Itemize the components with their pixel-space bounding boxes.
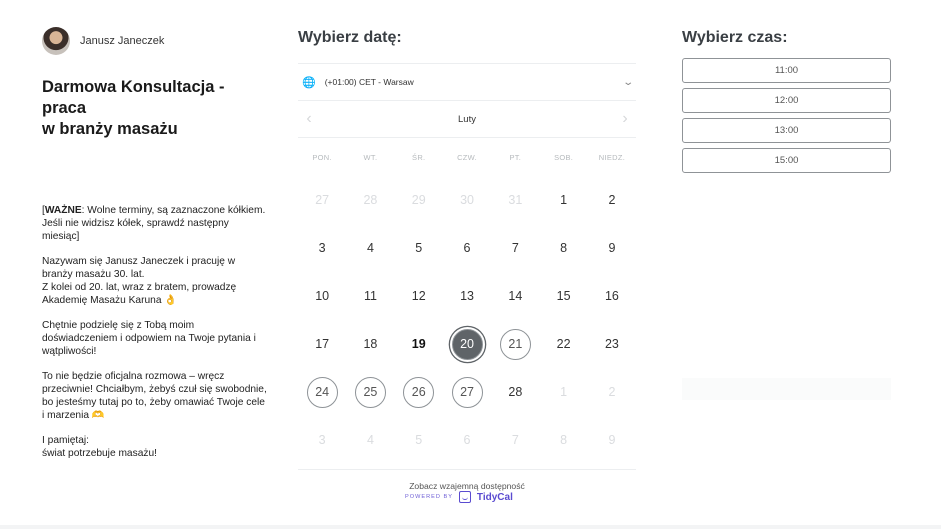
- mutual-availability-link[interactable]: Zobacz wzajemną dostępność: [298, 469, 636, 491]
- calendar-day-selected[interactable]: 20: [451, 328, 483, 360]
- calendar-day-other-month: 29: [411, 193, 426, 207]
- time-slot-button[interactable]: 11:00: [682, 58, 891, 83]
- calendar-day: 13: [460, 289, 474, 303]
- date-picker-heading: Wybierz datę:: [298, 29, 402, 46]
- calendar-day: 10: [315, 289, 330, 303]
- time-slot-list: 11:00 12:00 13:00 15:00: [682, 58, 891, 173]
- calendar-day-other-month: 6: [463, 433, 471, 447]
- weekday-label: ŚR.: [412, 152, 426, 162]
- powered-by-footer[interactable]: POWERED BY TidyCal: [405, 491, 513, 503]
- description-paragraph: I pamiętaj: świat potrzebuje masażu!: [42, 435, 157, 459]
- brand-name: TidyCal: [476, 491, 513, 503]
- date-picker: Wybierz datę: 🌐 (+01:00) CET - Warsaw ⌄ …: [298, 26, 636, 491]
- calendar-day-other-month: 1: [560, 385, 568, 399]
- calendar-day: 12: [411, 289, 426, 303]
- calendar-day: 23: [604, 337, 619, 351]
- calendar-week: 24 25 26 27 28 1 2: [298, 368, 636, 416]
- weekday-label: NIEDZ.: [598, 152, 626, 162]
- event-description: [WAŻNE: Wolne terminy, są zaznaczone kół…: [42, 204, 267, 460]
- month-label: Luty: [458, 113, 476, 125]
- calendar-day: 16: [604, 289, 619, 303]
- calendar-day: 3: [318, 241, 326, 255]
- calendar-day-today: 19: [411, 337, 426, 351]
- calendar-day-other-month: 7: [511, 433, 519, 447]
- calendar-day-other-month: 2: [608, 385, 616, 399]
- calendar-day-other-month: 4: [366, 433, 374, 447]
- calendar-day-other-month: 8: [560, 433, 568, 447]
- calendar-day: 6: [463, 241, 471, 255]
- time-picker-heading: Wybierz czas:: [682, 29, 788, 46]
- calendar-day-other-month: 28: [363, 193, 378, 207]
- calendar-week: 17 18 19 20 21 22 23: [298, 320, 636, 368]
- avatar: [42, 27, 70, 55]
- calendar-day-other-month: 3: [318, 433, 326, 447]
- calendar-week: 3 4 5 6 7 8 9: [298, 416, 636, 464]
- calendar-day: 5: [415, 241, 423, 255]
- calendar-day: 11: [363, 289, 377, 303]
- calendar-day: 1: [560, 193, 568, 207]
- calendar-day: 14: [508, 289, 523, 303]
- calendar-week: 3 4 5 6 7 8 9: [298, 224, 636, 272]
- calendar-day-other-month: 31: [508, 193, 523, 207]
- event-info-panel: Janusz Janeczek Darmowa Konsultacja - pr…: [42, 26, 267, 472]
- host-header: Janusz Janeczek: [42, 26, 267, 56]
- calendar-day: 8: [560, 241, 568, 255]
- timezone-select[interactable]: 🌐 (+01:00) CET - Warsaw ⌄: [298, 63, 636, 101]
- calendar-day: 22: [556, 337, 571, 351]
- description-paragraph: [WAŻNE: Wolne terminy, są zaznaczone kół…: [42, 205, 266, 242]
- calendar-day: 4: [366, 241, 374, 255]
- time-slot-button[interactable]: 12:00: [682, 88, 891, 113]
- globe-icon: 🌐: [302, 76, 316, 89]
- calendar-day-other-month: 9: [608, 433, 616, 447]
- calendar-day: 15: [556, 289, 571, 303]
- page-bottom-edge: [0, 525, 941, 529]
- weekday-label: CZW.: [457, 152, 478, 162]
- calendar-day-available[interactable]: 24: [306, 376, 338, 408]
- calendar-week: 10 11 12 13 14 15 16: [298, 272, 636, 320]
- weekday-header: PON. WT. ŚR. CZW. PT. SOB. NIEDZ.: [298, 138, 636, 176]
- description-paragraph: Chętnie podzielę się z Tobą moim doświad…: [42, 320, 256, 357]
- timezone-value: (+01:00) CET - Warsaw: [324, 77, 414, 87]
- prev-month-icon[interactable]: ‹: [302, 110, 316, 128]
- month-navigation: ‹ Luty ›: [298, 101, 636, 138]
- calendar-day-other-month: 5: [415, 433, 423, 447]
- calendar-day: 2: [608, 193, 616, 207]
- calendar-day: 7: [511, 241, 519, 255]
- calendar-day-available[interactable]: 26: [403, 376, 435, 408]
- tidycal-logo-icon: [458, 491, 471, 503]
- time-picker: Wybierz czas: 11:00 12:00 13:00 15:00: [682, 26, 891, 178]
- calendar-week: 27 28 29 30 31 1 2: [298, 176, 636, 224]
- host-name: Janusz Janeczek: [80, 35, 165, 47]
- calendar-day-available[interactable]: 21: [499, 328, 531, 360]
- important-label: WAŻNE: [44, 205, 82, 216]
- calendar-day: 18: [363, 337, 378, 351]
- calendar-grid: 27 28 29 30 31 1 2 3 4 5 6 7 8 9 10 11 1…: [298, 176, 636, 464]
- next-month-icon[interactable]: ›: [618, 110, 632, 128]
- calendar-day-available[interactable]: 25: [354, 376, 386, 408]
- event-title-line1: Darmowa Konsultacja - praca: [42, 78, 225, 117]
- weekday-label: PON.: [312, 152, 332, 162]
- calendar-day-other-month: 30: [460, 193, 474, 207]
- faint-placeholder-bar: [682, 378, 891, 400]
- calendar-day: 9: [608, 241, 616, 255]
- event-title-line2: w branży masażu: [42, 120, 178, 138]
- calendar-day-other-month: 27: [315, 193, 330, 207]
- weekday-label: SOB.: [554, 152, 574, 162]
- description-paragraph: Nazywam się Janusz Janeczek i pracuję w …: [42, 256, 237, 306]
- weekday-label: WT.: [363, 152, 378, 162]
- time-slot-button[interactable]: 15:00: [682, 148, 891, 173]
- time-slot-button[interactable]: 13:00: [682, 118, 891, 143]
- powered-by-label: POWERED BY: [405, 494, 453, 500]
- calendar-day: 17: [315, 337, 330, 351]
- calendar-day-available[interactable]: 27: [451, 376, 483, 408]
- chevron-down-icon: ⌄: [621, 76, 634, 88]
- calendar-day: 28: [508, 385, 523, 399]
- weekday-label: PT.: [509, 152, 522, 162]
- description-paragraph: To nie będzie oficjalna rozmowa – wręcz …: [42, 371, 267, 421]
- event-title: Darmowa Konsultacja - praca w branży mas…: [42, 77, 267, 140]
